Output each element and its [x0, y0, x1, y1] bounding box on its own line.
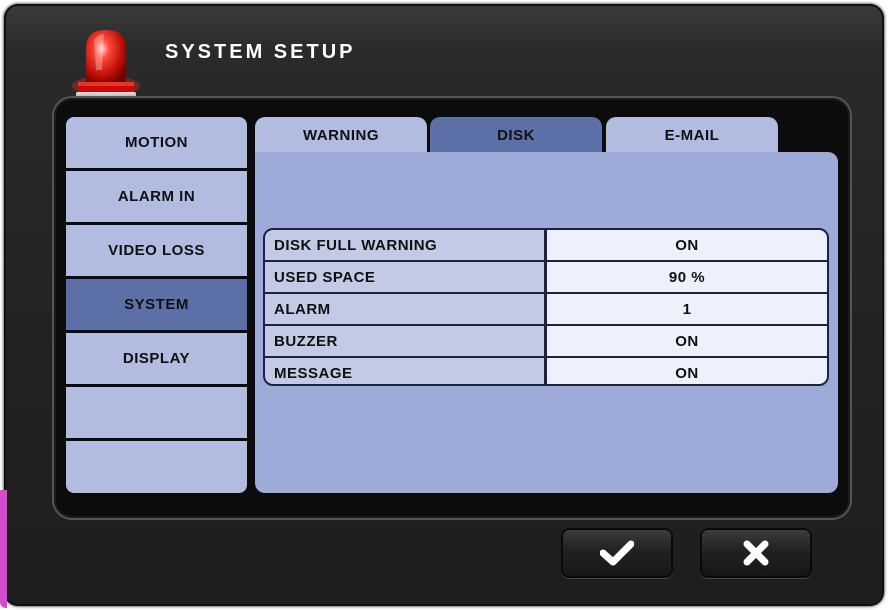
sidebar-item-label: DISPLAY	[122, 350, 191, 367]
setting-label: MESSAGE	[265, 358, 544, 384]
setting-label: DISK FULL WARNING	[265, 230, 544, 260]
sidebar-item-video-loss[interactable]: VIDEO LOSS	[66, 225, 247, 276]
page-title: SYSTEM SETUP	[165, 41, 356, 63]
alarm-value[interactable]: 1	[547, 294, 827, 324]
table-row: ALARM 1	[265, 294, 827, 324]
setting-label: ALARM	[265, 294, 544, 324]
setting-label: USED SPACE	[265, 262, 544, 292]
sidebar-item-empty	[66, 441, 247, 493]
message-value[interactable]: ON	[547, 358, 827, 384]
sidebar-item-system[interactable]: SYSTEM	[66, 279, 247, 330]
sidebar-item-label: SYSTEM	[124, 296, 189, 313]
tab-label: E-MAIL	[664, 127, 720, 144]
used-space-value[interactable]: 90 %	[547, 262, 827, 292]
window-edge-accent	[0, 490, 7, 608]
tab-e-mail[interactable]: E-MAIL	[606, 117, 778, 153]
buzzer-value[interactable]: ON	[547, 326, 827, 356]
tab-warning[interactable]: WARNING	[255, 117, 427, 153]
alarm-beacon-icon	[72, 30, 140, 102]
close-icon	[743, 540, 769, 566]
tab-disk[interactable]: DISK	[430, 117, 602, 153]
sidebar-item-label: ALARM IN	[117, 188, 196, 205]
sidebar-item-empty	[66, 387, 247, 438]
sidebar-item-label: VIDEO LOSS	[108, 242, 205, 259]
tab-label: WARNING	[303, 127, 379, 144]
cancel-button[interactable]	[700, 528, 812, 578]
sidebar: MOTION ALARM IN VIDEO LOSS SYSTEM DISPLA…	[66, 117, 247, 493]
setting-label: BUZZER	[265, 326, 544, 356]
tab-label: DISK	[497, 127, 535, 144]
sidebar-item-label: MOTION	[125, 134, 188, 151]
table-row: DISK FULL WARNING ON	[265, 230, 827, 260]
sidebar-item-motion[interactable]: MOTION	[66, 117, 247, 168]
confirm-button[interactable]	[561, 528, 673, 578]
sidebar-item-alarm-in[interactable]: ALARM IN	[66, 171, 247, 222]
sidebar-item-display[interactable]: DISPLAY	[66, 333, 247, 384]
disk-full-warning-value[interactable]: ON	[547, 230, 827, 260]
table-row: USED SPACE 90 %	[265, 262, 827, 292]
table-row: MESSAGE ON	[265, 358, 827, 384]
checkmark-icon	[600, 540, 634, 566]
disk-settings-table: DISK FULL WARNING ON USED SPACE 90 % ALA…	[263, 228, 829, 386]
table-row: BUZZER ON	[265, 326, 827, 356]
